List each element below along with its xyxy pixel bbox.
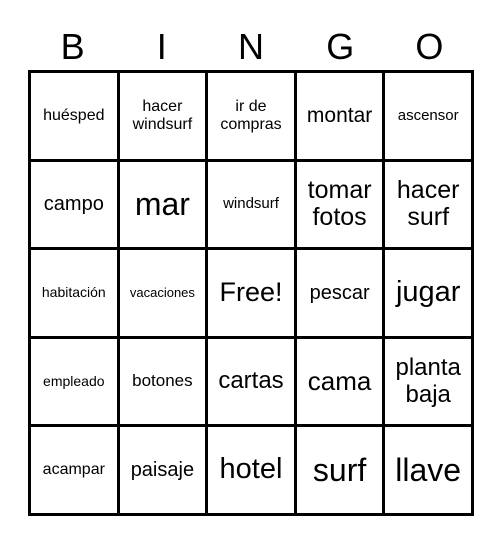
bingo-cell[interactable]: ascensor bbox=[385, 73, 471, 159]
bingo-cell[interactable]: Free! bbox=[208, 250, 294, 336]
bingo-cell[interactable]: llave bbox=[385, 427, 471, 513]
bingo-cell[interactable]: habitación bbox=[31, 250, 117, 336]
bingo-cell[interactable]: hacer windsurf bbox=[119, 73, 206, 159]
bingo-cell[interactable]: mar bbox=[119, 161, 206, 248]
header-letter: O bbox=[415, 26, 444, 67]
header-letter: I bbox=[156, 26, 167, 67]
bingo-cell[interactable]: botones bbox=[119, 338, 206, 425]
bingo-cell[interactable]: tomar fotos bbox=[296, 161, 383, 248]
bingo-cell[interactable]: vacaciones bbox=[119, 250, 206, 336]
bingo-grid: huésped hacer windsurf ir de compras montar… bbox=[28, 70, 474, 516]
bingo-cell[interactable]: planta baja bbox=[385, 338, 471, 425]
bingo-cell[interactable]: jugar bbox=[385, 250, 471, 336]
header-letter: G bbox=[326, 26, 355, 67]
bingo-cell[interactable]: cama bbox=[296, 338, 383, 425]
bingo-cell[interactable]: surf bbox=[296, 427, 383, 513]
bingo-cell[interactable]: hacer surf bbox=[385, 161, 471, 248]
header-letter: B bbox=[60, 26, 85, 67]
bingo-cell[interactable]: huésped bbox=[31, 73, 117, 159]
bingo-cell[interactable]: ir de compras bbox=[208, 73, 294, 159]
bingo-cell[interactable]: pescar bbox=[296, 250, 383, 336]
bingo-cell[interactable]: montar bbox=[296, 73, 383, 159]
bingo-cell[interactable]: windsurf bbox=[208, 161, 294, 248]
bingo-cell[interactable]: hotel bbox=[208, 427, 294, 513]
bingo-header: BINGO bbox=[28, 24, 474, 70]
bingo-cell[interactable]: acampar bbox=[31, 427, 117, 513]
bingo-cell[interactable]: empleado bbox=[31, 338, 117, 425]
bingo-cell[interactable]: cartas bbox=[208, 338, 294, 425]
bingo-cell[interactable]: campo bbox=[31, 161, 117, 248]
bingo-cell[interactable]: paisaje bbox=[119, 427, 206, 513]
header-letter: N bbox=[238, 26, 264, 67]
